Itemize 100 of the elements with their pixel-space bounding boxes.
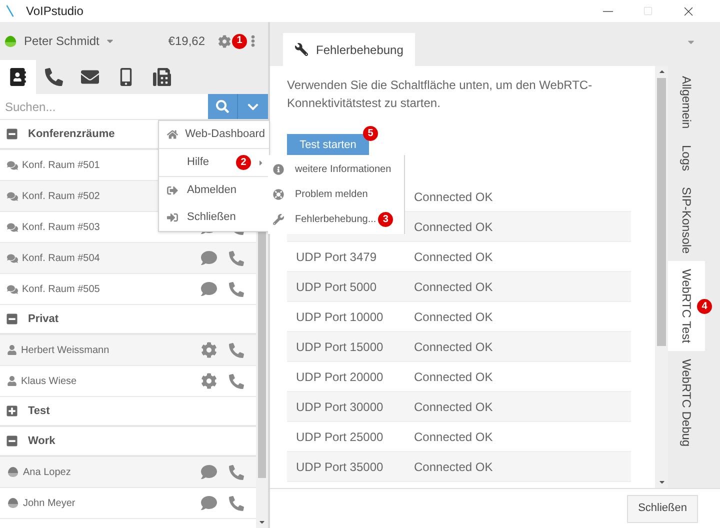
contact-name: Konf. Raum #505	[22, 282, 100, 296]
account-name-dropdown[interactable]: Peter Schmidt	[24, 32, 116, 50]
window-title: VoIPstudio	[26, 3, 84, 20]
side-tab[interactable]: Logs	[668, 136, 705, 179]
panel-tab[interactable]: Fehlerbehebung	[283, 33, 416, 66]
chat-bubbles-icon	[7, 284, 18, 294]
app-logo-icon	[6, 4, 14, 18]
contact-name: Konf. Raum #501	[22, 158, 100, 172]
chat-bubbles-icon	[7, 160, 18, 170]
settings-icon[interactable]	[218, 34, 231, 48]
port-label: UDP Port 35000	[296, 460, 384, 474]
balance: €19,62	[168, 33, 205, 50]
info-icon	[273, 164, 284, 175]
scroll-down-icon[interactable]	[258, 518, 266, 526]
submenu-item[interactable]: weitere Informationen	[268, 157, 404, 182]
chat-icon[interactable]	[201, 281, 217, 297]
side-tab[interactable]: WebRTC Debug	[668, 351, 705, 456]
contact-row[interactable]: Ana Lopez	[0, 457, 256, 488]
port-label: UDP Port 10000	[296, 310, 384, 324]
chat-icon[interactable]	[201, 464, 217, 480]
phone-icon[interactable]	[229, 282, 244, 296]
contact-name: Konf. Raum #503	[22, 220, 100, 234]
status-text: Connected OK	[414, 278, 493, 296]
chat-icon[interactable]	[201, 250, 217, 266]
status-text: Connected OK	[414, 248, 493, 266]
search-icon	[216, 100, 229, 113]
contact-name: Klaus Wiese	[21, 374, 77, 388]
maximize-icon	[643, 6, 653, 16]
chat-icon[interactable]	[201, 495, 217, 511]
contact-row[interactable]: Herbert Weissmann	[0, 335, 256, 366]
online-status-icon	[4, 34, 17, 48]
search-button[interactable]	[208, 94, 238, 119]
chat-bubbles-icon	[7, 190, 18, 202]
presence-status-icon	[7, 466, 19, 478]
gear-icon[interactable]	[201, 373, 217, 389]
expand-icon	[6, 405, 18, 417]
wrench-icon	[273, 214, 284, 225]
side-tab[interactable]: Allgemein	[668, 68, 705, 137]
contact-row[interactable]: Konf. Raum #504	[0, 243, 256, 274]
phone-icon[interactable]	[229, 464, 244, 480]
person-icon	[7, 376, 17, 386]
side-tab[interactable]: SIP-Konsole	[668, 178, 705, 262]
submenu-arrow-icon	[257, 158, 265, 166]
status-text: Connected OK	[414, 368, 493, 386]
phone-icon[interactable]	[229, 496, 244, 510]
status-text: Connected OK	[414, 428, 493, 446]
nav-tab[interactable]	[0, 60, 36, 94]
status-text: Connected OK	[414, 308, 493, 326]
port-label: UDP Port 25000	[296, 430, 384, 444]
search-options-button[interactable]	[238, 94, 268, 119]
close-dialog-button[interactable]: Schließen	[627, 494, 698, 522]
chat-bubbles-icon	[7, 252, 18, 264]
home-icon	[167, 129, 178, 140]
collapse-icon	[6, 313, 18, 325]
contact-name: Ana Lopez	[23, 466, 71, 480]
exit-door-icon	[167, 212, 178, 223]
step-badge: 1	[232, 34, 247, 48]
status-text: Connected OK	[414, 458, 493, 476]
scrollbar[interactable]	[655, 66, 668, 488]
search-field[interactable]: Suchen...	[0, 94, 208, 119]
group-name: Test	[28, 404, 50, 419]
step-badge: 5	[363, 126, 378, 141]
lifebuoy-icon	[273, 189, 284, 200]
phone-icon	[45, 68, 63, 86]
status-text: Connected OK	[414, 218, 493, 236]
step-badge: 2	[236, 155, 251, 170]
envelope-icon	[81, 68, 99, 86]
tab-label: Fehlerbehebung	[316, 42, 404, 58]
step-badge: 3	[378, 212, 394, 227]
port-label: UDP Port 15000	[296, 340, 384, 354]
person-icon	[7, 345, 17, 355]
fax-icon	[153, 68, 171, 86]
scroll-down-icon[interactable]	[658, 478, 666, 486]
description: Verwenden Sie die Schaltfläche unten, um den WebRTC-Konnektivitätstest zu starten.	[287, 77, 594, 112]
contact-name: Konf. Raum #502	[22, 190, 100, 204]
contact-name: Konf. Raum #504	[22, 252, 100, 266]
status-text: Connected OK	[414, 398, 493, 416]
minimize-icon	[603, 10, 613, 12]
port-label: UDP Port 5000	[296, 280, 376, 294]
status-text: Connected OK	[414, 338, 493, 356]
gear-icon[interactable]	[201, 342, 217, 358]
phone-icon[interactable]	[229, 374, 244, 388]
wrench-icon	[295, 43, 308, 56]
status-text: Connected OK	[414, 188, 493, 206]
chat-bubbles-icon	[7, 222, 18, 232]
menu-item[interactable]: Hilfe 2	[159, 149, 269, 176]
submenu-item[interactable]: Fehlerbehebung... 3	[268, 207, 404, 232]
submenu-item[interactable]: Problem melden	[268, 182, 404, 207]
port-label: UDP Port 30000	[296, 400, 384, 414]
scroll-up-icon[interactable]	[658, 68, 666, 76]
contact-name: John Meyer	[23, 496, 76, 510]
group-name: Privat	[28, 312, 59, 327]
sign-out-icon	[167, 185, 178, 196]
group-name: Work	[28, 434, 56, 449]
port-label: UDP Port 20000	[296, 370, 384, 384]
contact-name: Herbert Weissmann	[21, 344, 110, 358]
phone-icon[interactable]	[229, 250, 244, 266]
collapse-icon	[6, 128, 18, 140]
menu-item[interactable]: Web-Dashboard	[159, 121, 269, 148]
phone-icon[interactable]	[229, 342, 244, 358]
